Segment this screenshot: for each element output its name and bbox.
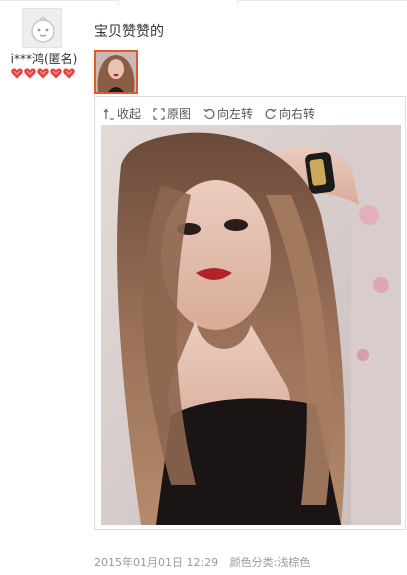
photo-viewer: 收起 原图 向左转 向右转 <box>94 96 406 530</box>
fullsize-icon <box>153 107 165 120</box>
sku-info: 颜色分类:浅棕色 <box>229 556 311 569</box>
rotate-left-icon <box>203 108 215 119</box>
review-text: 宝贝赞赞的 <box>94 24 164 40</box>
heart-icon <box>37 68 49 79</box>
reviewer-name: i***鸿(匿名) <box>10 52 78 66</box>
original-size-button[interactable]: 原图 <box>153 105 191 122</box>
heart-icon <box>11 68 23 79</box>
collapse-icon <box>103 108 114 120</box>
collapse-label: 收起 <box>117 107 142 121</box>
review-photo[interactable] <box>101 125 401 525</box>
heart-icon <box>63 68 75 79</box>
original-size-label: 原图 <box>167 107 192 121</box>
viewer-toolbar: 收起 原图 向左转 向右转 <box>103 105 315 122</box>
rotate-right-icon <box>265 108 277 119</box>
active-tab-notch <box>118 0 238 5</box>
top-divider <box>0 0 407 5</box>
collapse-button[interactable]: 收起 <box>103 105 141 122</box>
rotate-right-label: 向右转 <box>279 107 316 121</box>
heart-icon <box>50 68 62 79</box>
review-meta: 2015年01月01日 12:29 颜色分类:浅棕色 <box>94 554 310 570</box>
reviewer-rating <box>11 68 75 79</box>
rotate-left-label: 向左转 <box>217 107 254 121</box>
heart-icon <box>24 68 36 79</box>
rotate-left-button[interactable]: 向左转 <box>203 105 253 122</box>
thumbnail-image <box>96 52 136 92</box>
default-avatar-icon <box>23 9 61 47</box>
rotate-right-button[interactable]: 向右转 <box>265 105 315 122</box>
review-photo-thumbnail[interactable] <box>94 50 138 94</box>
avatar[interactable] <box>22 8 62 48</box>
review-photo-image <box>101 125 401 525</box>
review-date: 2015年01月01日 12:29 <box>94 556 219 569</box>
